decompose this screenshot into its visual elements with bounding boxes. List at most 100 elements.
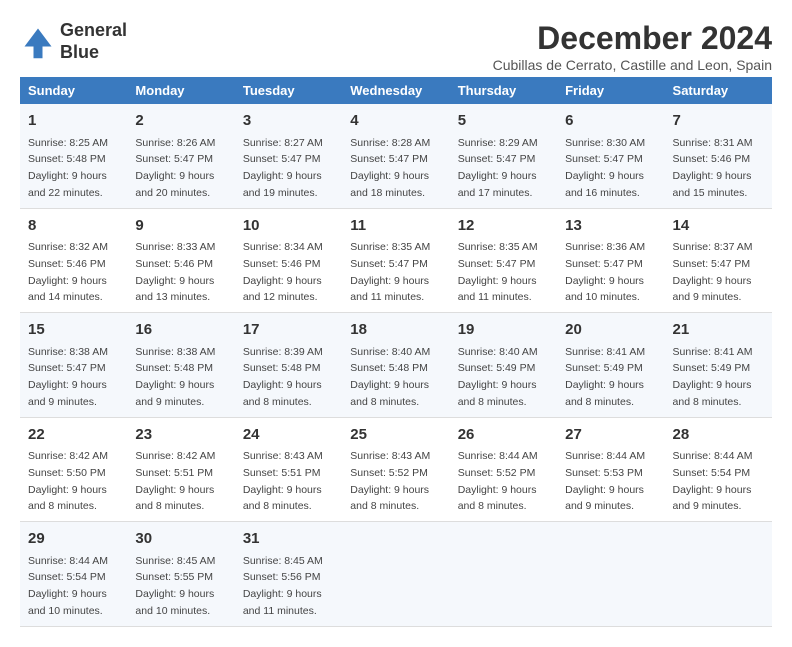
- day-number: 10: [243, 215, 334, 238]
- day-number: 16: [135, 319, 226, 342]
- daylight-info: Daylight: 9 hours and 11 minutes.: [243, 588, 322, 617]
- weekday-header: Tuesday: [235, 77, 342, 104]
- calendar-cell: [557, 522, 664, 627]
- sunset-info: Sunset: 5:48 PM: [243, 362, 321, 374]
- sunset-info: Sunset: 5:55 PM: [135, 571, 213, 583]
- sunrise-info: Sunrise: 8:41 AM: [565, 346, 645, 358]
- calendar-table: SundayMondayTuesdayWednesdayThursdayFrid…: [20, 77, 772, 627]
- sunset-info: Sunset: 5:50 PM: [28, 467, 106, 479]
- daylight-info: Daylight: 9 hours and 12 minutes.: [243, 275, 322, 304]
- weekday-header-row: SundayMondayTuesdayWednesdayThursdayFrid…: [20, 77, 772, 104]
- sunrise-info: Sunrise: 8:40 AM: [350, 346, 430, 358]
- sunset-info: Sunset: 5:54 PM: [28, 571, 106, 583]
- sunrise-info: Sunrise: 8:32 AM: [28, 241, 108, 253]
- month-title: December 2024: [493, 20, 772, 57]
- sunrise-info: Sunrise: 8:27 AM: [243, 137, 323, 149]
- sunrise-info: Sunrise: 8:44 AM: [458, 450, 538, 462]
- weekday-header: Thursday: [450, 77, 557, 104]
- day-number: 7: [673, 110, 764, 133]
- sunrise-info: Sunrise: 8:44 AM: [565, 450, 645, 462]
- calendar-cell: 1 Sunrise: 8:25 AM Sunset: 5:48 PM Dayli…: [20, 104, 127, 208]
- calendar-cell: [665, 522, 772, 627]
- calendar-cell: 11 Sunrise: 8:35 AM Sunset: 5:47 PM Dayl…: [342, 208, 449, 313]
- calendar-cell: 22 Sunrise: 8:42 AM Sunset: 5:50 PM Dayl…: [20, 417, 127, 522]
- sunrise-info: Sunrise: 8:35 AM: [458, 241, 538, 253]
- sunrise-info: Sunrise: 8:33 AM: [135, 241, 215, 253]
- daylight-info: Daylight: 9 hours and 9 minutes.: [673, 275, 752, 304]
- sunset-info: Sunset: 5:47 PM: [458, 153, 536, 165]
- calendar-cell: 10 Sunrise: 8:34 AM Sunset: 5:46 PM Dayl…: [235, 208, 342, 313]
- daylight-info: Daylight: 9 hours and 16 minutes.: [565, 170, 644, 199]
- sunset-info: Sunset: 5:47 PM: [350, 258, 428, 270]
- day-number: 14: [673, 215, 764, 238]
- sunset-info: Sunset: 5:49 PM: [458, 362, 536, 374]
- sunset-info: Sunset: 5:47 PM: [565, 258, 643, 270]
- sunrise-info: Sunrise: 8:30 AM: [565, 137, 645, 149]
- day-number: 31: [243, 528, 334, 551]
- sunset-info: Sunset: 5:48 PM: [135, 362, 213, 374]
- day-number: 25: [350, 424, 441, 447]
- day-number: 21: [673, 319, 764, 342]
- sunset-info: Sunset: 5:51 PM: [135, 467, 213, 479]
- calendar-cell: [450, 522, 557, 627]
- sunset-info: Sunset: 5:48 PM: [28, 153, 106, 165]
- day-number: 9: [135, 215, 226, 238]
- calendar-cell: 9 Sunrise: 8:33 AM Sunset: 5:46 PM Dayli…: [127, 208, 234, 313]
- sunset-info: Sunset: 5:47 PM: [28, 362, 106, 374]
- calendar-cell: [342, 522, 449, 627]
- calendar-cell: 29 Sunrise: 8:44 AM Sunset: 5:54 PM Dayl…: [20, 522, 127, 627]
- sunrise-info: Sunrise: 8:29 AM: [458, 137, 538, 149]
- calendar-cell: 7 Sunrise: 8:31 AM Sunset: 5:46 PM Dayli…: [665, 104, 772, 208]
- calendar-week-row: 22 Sunrise: 8:42 AM Sunset: 5:50 PM Dayl…: [20, 417, 772, 522]
- daylight-info: Daylight: 9 hours and 20 minutes.: [135, 170, 214, 199]
- daylight-info: Daylight: 9 hours and 10 minutes.: [135, 588, 214, 617]
- sunset-info: Sunset: 5:46 PM: [135, 258, 213, 270]
- daylight-info: Daylight: 9 hours and 9 minutes.: [135, 379, 214, 408]
- daylight-info: Daylight: 9 hours and 8 minutes.: [458, 484, 537, 513]
- calendar-cell: 16 Sunrise: 8:38 AM Sunset: 5:48 PM Dayl…: [127, 313, 234, 418]
- sunrise-info: Sunrise: 8:36 AM: [565, 241, 645, 253]
- calendar-cell: 13 Sunrise: 8:36 AM Sunset: 5:47 PM Dayl…: [557, 208, 664, 313]
- daylight-info: Daylight: 9 hours and 13 minutes.: [135, 275, 214, 304]
- weekday-header: Sunday: [20, 77, 127, 104]
- daylight-info: Daylight: 9 hours and 9 minutes.: [673, 484, 752, 513]
- day-number: 2: [135, 110, 226, 133]
- sunrise-info: Sunrise: 8:26 AM: [135, 137, 215, 149]
- daylight-info: Daylight: 9 hours and 9 minutes.: [28, 379, 107, 408]
- daylight-info: Daylight: 9 hours and 15 minutes.: [673, 170, 752, 199]
- sunrise-info: Sunrise: 8:43 AM: [243, 450, 323, 462]
- sunrise-info: Sunrise: 8:34 AM: [243, 241, 323, 253]
- calendar-cell: 15 Sunrise: 8:38 AM Sunset: 5:47 PM Dayl…: [20, 313, 127, 418]
- sunrise-info: Sunrise: 8:42 AM: [28, 450, 108, 462]
- sunrise-info: Sunrise: 8:38 AM: [135, 346, 215, 358]
- daylight-info: Daylight: 9 hours and 22 minutes.: [28, 170, 107, 199]
- day-number: 5: [458, 110, 549, 133]
- location-subtitle: Cubillas de Cerrato, Castille and Leon, …: [493, 57, 772, 73]
- sunrise-info: Sunrise: 8:40 AM: [458, 346, 538, 358]
- calendar-cell: 18 Sunrise: 8:40 AM Sunset: 5:48 PM Dayl…: [342, 313, 449, 418]
- logo-icon: [20, 24, 56, 60]
- daylight-info: Daylight: 9 hours and 9 minutes.: [565, 484, 644, 513]
- sunrise-info: Sunrise: 8:44 AM: [673, 450, 753, 462]
- day-number: 11: [350, 215, 441, 238]
- daylight-info: Daylight: 9 hours and 8 minutes.: [673, 379, 752, 408]
- day-number: 18: [350, 319, 441, 342]
- calendar-cell: 25 Sunrise: 8:43 AM Sunset: 5:52 PM Dayl…: [342, 417, 449, 522]
- sunset-info: Sunset: 5:47 PM: [243, 153, 321, 165]
- calendar-cell: 17 Sunrise: 8:39 AM Sunset: 5:48 PM Dayl…: [235, 313, 342, 418]
- sunset-info: Sunset: 5:47 PM: [458, 258, 536, 270]
- calendar-cell: 28 Sunrise: 8:44 AM Sunset: 5:54 PM Dayl…: [665, 417, 772, 522]
- daylight-info: Daylight: 9 hours and 8 minutes.: [350, 484, 429, 513]
- sunrise-info: Sunrise: 8:41 AM: [673, 346, 753, 358]
- calendar-cell: 21 Sunrise: 8:41 AM Sunset: 5:49 PM Dayl…: [665, 313, 772, 418]
- calendar-cell: 12 Sunrise: 8:35 AM Sunset: 5:47 PM Dayl…: [450, 208, 557, 313]
- daylight-info: Daylight: 9 hours and 11 minutes.: [458, 275, 537, 304]
- sunset-info: Sunset: 5:49 PM: [673, 362, 751, 374]
- sunrise-info: Sunrise: 8:45 AM: [135, 555, 215, 567]
- daylight-info: Daylight: 9 hours and 8 minutes.: [458, 379, 537, 408]
- calendar-cell: 20 Sunrise: 8:41 AM Sunset: 5:49 PM Dayl…: [557, 313, 664, 418]
- sunset-info: Sunset: 5:49 PM: [565, 362, 643, 374]
- sunset-info: Sunset: 5:52 PM: [458, 467, 536, 479]
- sunset-info: Sunset: 5:47 PM: [673, 258, 751, 270]
- calendar-cell: 27 Sunrise: 8:44 AM Sunset: 5:53 PM Dayl…: [557, 417, 664, 522]
